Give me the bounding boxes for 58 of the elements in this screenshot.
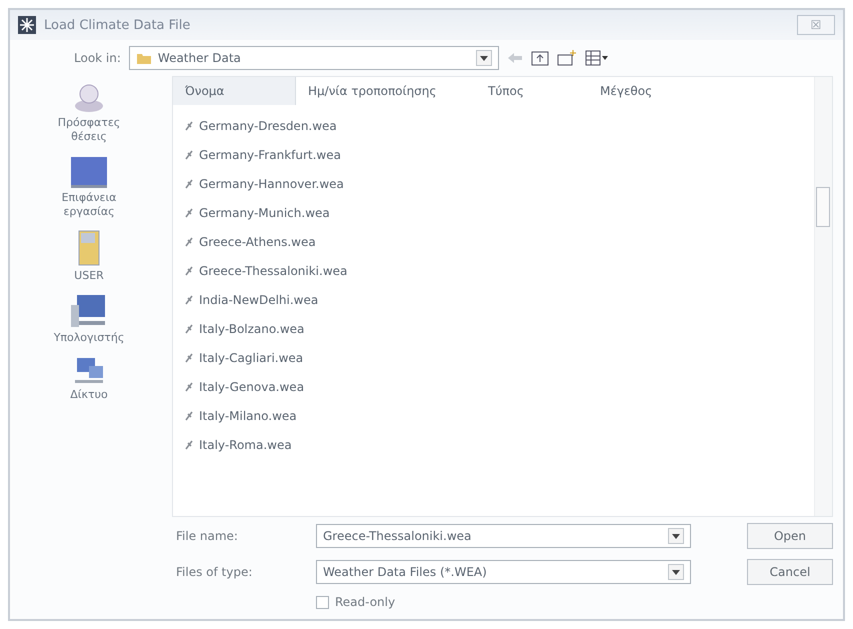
file-icon (185, 382, 193, 392)
folder-icon (136, 51, 152, 65)
desktop-icon (69, 154, 109, 189)
caret-icon (480, 56, 488, 60)
scrollbar[interactable] (814, 77, 832, 516)
file-icon (185, 352, 193, 362)
look-in-label: Look in: (74, 51, 121, 65)
up-folder-icon[interactable] (530, 50, 549, 66)
file-type-label: Files of type: (176, 565, 254, 579)
place-item[interactable]: USER (44, 229, 134, 284)
file-row[interactable]: Italy-Milano.wea (185, 401, 832, 430)
file-row[interactable]: India-NewDelhi.wea (185, 285, 832, 314)
place-item[interactable]: Πρόσφατες θέσεις (44, 82, 134, 145)
file-icon (185, 236, 193, 246)
file-row[interactable]: Italy-Roma.wea (185, 430, 832, 459)
file-row[interactable]: Germany-Dresden.wea (185, 111, 832, 140)
file-icon (185, 324, 193, 334)
dropdown-button[interactable] (668, 564, 684, 580)
window-title: Load Climate Data File (44, 18, 190, 32)
file-icon (185, 120, 193, 130)
file-row[interactable]: Italy-Cagliari.wea (185, 343, 832, 372)
caret-icon (672, 534, 680, 538)
column-header[interactable]: Ημ/νία τροποποίησης (296, 77, 476, 105)
file-icon (185, 266, 193, 276)
scroll-thumb[interactable] (816, 187, 830, 227)
place-item[interactable]: Δίκτυο (44, 356, 134, 402)
file-icon (185, 150, 193, 160)
read-only-label: Read-only (335, 595, 396, 609)
file-icon (185, 410, 193, 420)
dropdown-button[interactable] (668, 528, 684, 544)
dropdown-button[interactable] (476, 50, 492, 66)
place-item[interactable]: Επιφάνεια εργασίας (44, 154, 134, 220)
file-icon (185, 178, 193, 188)
read-only-checkbox[interactable] (316, 596, 329, 608)
open-button[interactable]: Open (747, 523, 833, 549)
file-row[interactable]: Germany-Frankfurt.wea (185, 140, 832, 169)
file-name-label: File name: (176, 529, 239, 543)
file-row[interactable]: Germany-Hannover.wea (185, 169, 832, 198)
column-header[interactable]: Τύπος (476, 77, 588, 105)
file-row[interactable]: Greece-Thessaloniki.wea (185, 256, 832, 285)
new-folder-icon[interactable] (556, 50, 577, 66)
caret-icon (672, 570, 680, 574)
column-header[interactable]: Μέγεθος (588, 77, 760, 105)
file-name-field[interactable]: Greece-Thessaloniki.wea (316, 524, 691, 548)
file-icon (185, 294, 193, 304)
file-row[interactable]: Italy-Bolzano.wea (185, 314, 832, 343)
view-menu-icon[interactable] (584, 50, 609, 66)
file-row[interactable]: Greece-Athens.wea (185, 227, 832, 256)
file-row[interactable]: Germany-Munich.wea (185, 198, 832, 227)
look-in-dropdown[interactable]: Weather Data (128, 46, 499, 70)
place-item[interactable]: Υπολογιστής (44, 293, 134, 346)
file-row[interactable]: Italy-Genova.wea (185, 372, 832, 401)
cancel-button[interactable]: Cancel (747, 559, 833, 585)
app-icon (18, 16, 36, 34)
file-icon (185, 208, 193, 218)
file-icon (185, 440, 193, 450)
column-header[interactable]: Όνομα (173, 77, 296, 105)
file-type-dropdown[interactable]: Weather Data Files (*.WEA) (316, 560, 691, 584)
